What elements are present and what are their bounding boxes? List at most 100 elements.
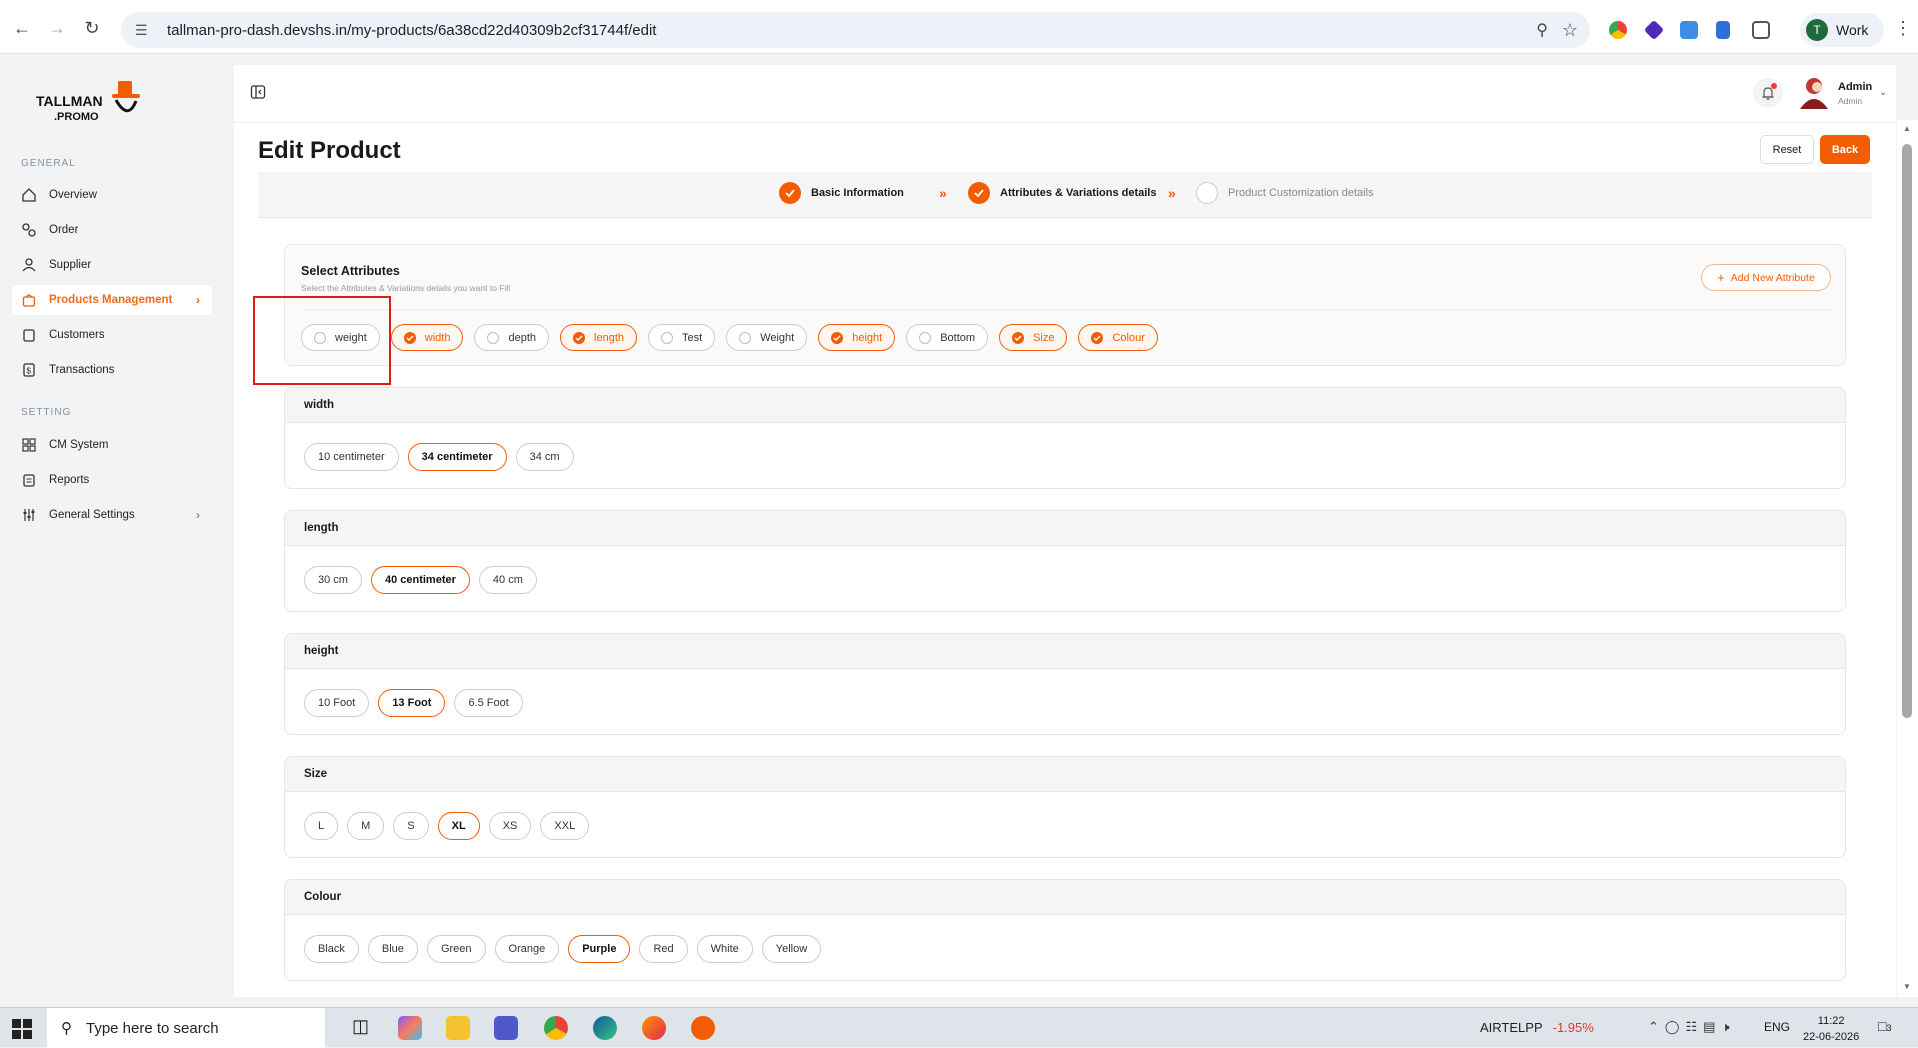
chrome-extension-icon[interactable]	[1609, 21, 1627, 39]
notification-center-icon[interactable]: □3	[1878, 1018, 1900, 1038]
attribute-chip-length[interactable]: length	[560, 324, 637, 351]
chip-label: depth	[508, 331, 537, 344]
sidebar-item-supplier[interactable]: Supplier	[12, 250, 212, 280]
sidebar-item-label: Reports	[49, 474, 90, 486]
variation-option-selected[interactable]: 34 centimeter	[407, 443, 507, 471]
firefox-icon[interactable]	[642, 1016, 666, 1040]
variation-option[interactable]: M	[347, 812, 385, 840]
variation-option[interactable]: S	[393, 812, 429, 840]
variation-option[interactable]: 40 cm	[478, 566, 537, 594]
attributes-title: Select Attributes	[301, 264, 400, 278]
attribute-chip-weight-2[interactable]: Weight	[726, 324, 808, 351]
variation-option[interactable]: White	[696, 935, 753, 963]
variation-option[interactable]: Blue	[367, 935, 418, 963]
reload-icon[interactable]: ↻	[80, 16, 104, 40]
sidebar-item-products-management[interactable]: Products Management ›	[12, 285, 212, 315]
pen-app-icon[interactable]	[691, 1016, 715, 1040]
profile-chip[interactable]: T Work	[1800, 13, 1884, 47]
admin-name[interactable]: Admin	[1838, 81, 1872, 93]
variation-group-width: width 10 centimeter 34 centimeter 34 cm	[284, 387, 1846, 489]
docs-extension-icon[interactable]	[1716, 21, 1730, 39]
attribute-chip-test[interactable]: Test	[648, 324, 716, 351]
unchecked-circle-icon	[661, 331, 673, 344]
stock-widget[interactable]: AIRTELPP -1.95%	[1480, 1020, 1594, 1035]
variation-option[interactable]: 30 cm	[304, 566, 362, 594]
variation-option[interactable]: Green	[426, 935, 486, 963]
variation-option[interactable]: XS	[488, 812, 532, 840]
sidebar-item-general-settings[interactable]: General Settings ›	[12, 500, 212, 530]
windows-start-icon[interactable]	[12, 1019, 32, 1039]
variation-option-selected[interactable]: 40 centimeter	[370, 566, 470, 594]
language-indicator[interactable]: ENG	[1764, 1020, 1790, 1034]
site-info-icon[interactable]: ☰	[135, 22, 153, 39]
scroll-down-icon[interactable]: ▼	[1903, 982, 1911, 991]
sidebar-item-transactions[interactable]: $ Transactions	[12, 355, 212, 385]
scrollbar-thumb[interactable]	[1902, 144, 1912, 718]
variation-option[interactable]: XXL	[540, 812, 590, 840]
variation-option[interactable]: Black	[304, 935, 359, 963]
address-bar[interactable]: ☰ tallman-pro-dash.devshs.in/my-products…	[121, 12, 1590, 48]
variation-option-selected[interactable]: Purple	[568, 935, 631, 963]
avatar[interactable]	[1798, 75, 1830, 109]
translate-extension-icon[interactable]	[1680, 21, 1698, 39]
step-attributes-variations[interactable]: Attributes & Variations details	[968, 182, 1156, 204]
check-icon	[779, 182, 801, 204]
attribute-chip-bottom[interactable]: Bottom	[906, 324, 989, 351]
sidebar-item-reports[interactable]: Reports	[12, 465, 212, 495]
sidebar-item-order[interactable]: Order	[12, 215, 212, 245]
back-arrow-icon[interactable]: ←	[10, 16, 34, 40]
reset-button[interactable]: Reset	[1760, 135, 1814, 164]
add-new-attribute-button[interactable]: + Add New Attribute	[1701, 264, 1831, 291]
file-explorer-icon[interactable]	[446, 1016, 470, 1040]
sidebar-toggle-icon[interactable]	[250, 84, 268, 102]
variation-option[interactable]: Yellow	[761, 935, 822, 963]
puzzle-extensions-icon[interactable]	[1752, 21, 1770, 39]
attribute-chip-size[interactable]: Size	[999, 324, 1068, 351]
step-basic-information[interactable]: Basic Information	[779, 182, 904, 204]
attribute-chip-colour[interactable]: Colour	[1078, 324, 1158, 351]
variation-option[interactable]: Red	[639, 935, 688, 963]
teams-icon[interactable]	[494, 1016, 518, 1040]
taskbar-search-placeholder: Type here to search	[86, 1019, 219, 1037]
sidebar-item-overview[interactable]: Overview	[12, 180, 212, 210]
variation-group-title: height	[285, 634, 1845, 669]
back-button[interactable]: Back	[1820, 135, 1870, 164]
sidebar-item-cm-system[interactable]: CM System	[12, 430, 212, 460]
chevron-down-icon[interactable]: ⌄	[1879, 87, 1887, 98]
double-chevron-icon: »	[939, 185, 947, 201]
diamond-extension-icon[interactable]	[1643, 19, 1665, 41]
attribute-chip-depth[interactable]: depth	[474, 324, 550, 351]
edge-icon[interactable]	[593, 1016, 617, 1040]
variation-option[interactable]: 6.5 Foot	[454, 689, 523, 717]
copilot-icon[interactable]	[398, 1016, 422, 1040]
notification-bell-icon[interactable]	[1753, 78, 1783, 108]
step-product-customization[interactable]: Product Customization details	[1196, 182, 1374, 204]
bookmark-star-icon[interactable]: ☆	[1562, 20, 1578, 41]
variation-option[interactable]: L	[304, 812, 339, 840]
sidebar-item-label: Products Management	[49, 294, 173, 306]
tallman-logo[interactable]: TALLMAN .PROMO	[36, 79, 146, 125]
page-title: Edit Product	[258, 137, 401, 164]
page-scrollbar[interactable]: ▲ ▼	[1897, 120, 1918, 997]
sidebar-item-customers[interactable]: Customers	[12, 320, 212, 350]
clock[interactable]: 11:22 22-06-2026	[1803, 1013, 1859, 1045]
variation-option[interactable]: 34 cm	[515, 443, 574, 471]
variation-option-selected[interactable]: 13 Foot	[378, 689, 446, 717]
scroll-up-icon[interactable]: ▲	[1903, 124, 1911, 133]
attribute-chip-width[interactable]: width	[390, 324, 464, 351]
variation-option[interactable]: 10 Foot	[304, 689, 370, 717]
taskbar-search-input[interactable]: ⚲ Type here to search	[47, 1008, 325, 1048]
unchecked-circle-icon	[739, 331, 752, 344]
variation-option-selected[interactable]: XL	[437, 812, 480, 840]
more-menu-icon[interactable]: ⋮	[1894, 18, 1912, 39]
forward-arrow-icon[interactable]: →	[45, 16, 69, 40]
zoom-icon[interactable]: ⚲	[1536, 20, 1548, 40]
attribute-chip-height[interactable]: height	[818, 324, 896, 351]
task-view-icon[interactable]: ◫	[352, 1016, 376, 1040]
unchecked-circle-icon	[919, 331, 932, 344]
system-tray-icons[interactable]: ⌃◯☷▤🕨	[1648, 1019, 1736, 1035]
variation-option[interactable]: 10 centimeter	[304, 443, 399, 471]
chrome-icon[interactable]	[544, 1016, 568, 1040]
sidebar-item-label: Order	[49, 224, 79, 236]
variation-option[interactable]: Orange	[494, 935, 560, 963]
